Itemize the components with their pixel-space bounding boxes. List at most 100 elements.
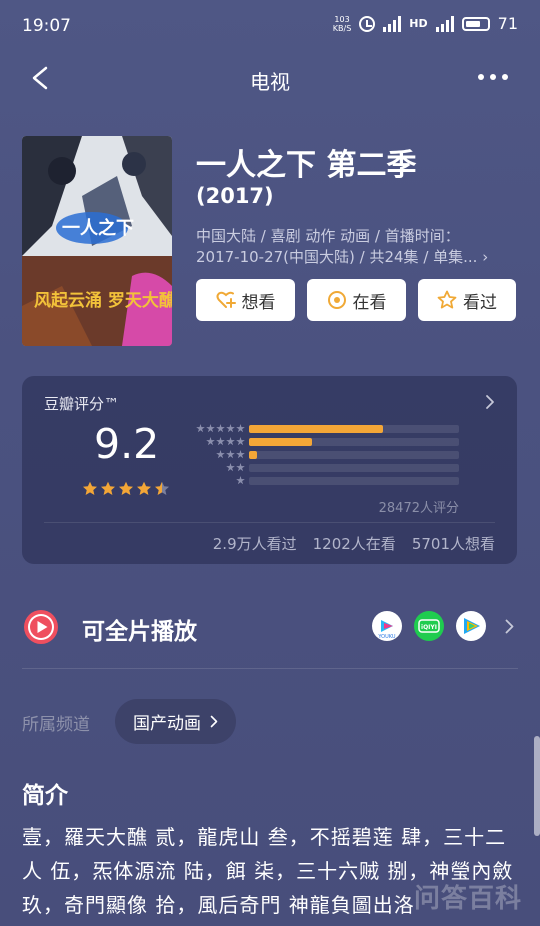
rating-stars (82, 481, 170, 497)
hd-icon: HD (409, 17, 428, 30)
poster-title-text: 一人之下 (62, 217, 134, 239)
rating-score: 9.2 (94, 420, 160, 468)
mini-star-icon (206, 437, 215, 446)
tencent-video-logo (464, 618, 480, 634)
chevron-right-icon (210, 715, 218, 728)
mini-star-icon (196, 424, 205, 433)
chevron-right-icon (505, 619, 514, 634)
rating-star-icon (101, 481, 115, 495)
show-meta-line2: 2017-10-27(中国大陆) / 共24集 / 单集... › (196, 247, 516, 268)
rating-stats: 2.9万人看过 1202人在看 5701人想看 (213, 533, 495, 554)
page-title: 电视 (250, 70, 290, 94)
action-buttons: 想看 在看 看过 (196, 279, 516, 321)
scrollbar[interactable] (534, 736, 540, 836)
mini-star-icon (236, 476, 245, 485)
mini-star-icon (236, 450, 245, 459)
rating-label: 豆瓣评分™ (44, 395, 120, 413)
playable-label: 可全片播放 (82, 619, 197, 645)
channel-chip[interactable]: 国产动画 (115, 699, 236, 744)
watching-button[interactable]: 在看 (307, 279, 406, 321)
signal-icon-2 (435, 15, 454, 32)
want-to-watch-button[interactable]: 想看 (196, 279, 295, 321)
playable-row[interactable]: 可全片播放 YOUKU iQIYI (0, 596, 540, 660)
distribution-track (249, 425, 459, 433)
signal-icon (383, 15, 402, 32)
distribution-stars (216, 450, 245, 459)
heart-plus-icon (216, 291, 236, 308)
distribution-stars (196, 424, 245, 433)
distribution-stars (206, 437, 245, 446)
distribution-track (249, 477, 459, 485)
chevron-right-icon[interactable] (485, 394, 495, 410)
mini-star-icon (226, 424, 235, 433)
iqiyi-text: iQIYI (421, 624, 437, 631)
wish-count[interactable]: 5701人想看 (412, 533, 495, 554)
iqiyi-logo: iQIYI (418, 619, 440, 633)
distribution-bar (249, 438, 312, 446)
battery-icon (461, 16, 490, 31)
distribution-track (249, 451, 459, 459)
channel-label: 所属频道 (22, 715, 90, 735)
mini-star-icon (216, 450, 225, 459)
rating-star-icon (155, 481, 169, 495)
youku-text: YOUKU (377, 634, 396, 640)
status-time: 19:07 (22, 16, 71, 36)
mini-star-icon (216, 424, 225, 433)
alarm-clock-icon (359, 15, 376, 32)
battery-fill (465, 20, 480, 27)
mini-star-icon (226, 437, 235, 446)
show-title: 一人之下 第二季 (196, 148, 417, 183)
rating-star-icon (137, 481, 151, 495)
poster-subtitle-text: 风起云涌 罗天大醮 (34, 290, 172, 311)
distribution-bar (249, 425, 384, 433)
more-options-icon[interactable] (478, 74, 508, 80)
show-meta-line1: 中国大陆 / 喜剧 动作 动画 / 首播时间： (196, 227, 460, 245)
show-meta-line2-text: 2017-10-27(中国大陆) / 共24集 / 单集... (196, 248, 478, 266)
watermark: 问答百科 (413, 884, 522, 914)
rating-count: 28472人评分 (378, 501, 459, 516)
network-speed-unit: KB/S (332, 23, 352, 33)
poster-artwork: 一人之下 风起云涌 罗天大醮 (22, 136, 172, 346)
rating-star-icon (119, 481, 133, 495)
network-speed: 103 KB/S (333, 15, 352, 33)
youku-logo: YOUKU (377, 620, 396, 640)
status-bar: 19:07 103 KB/S HD 71 (0, 0, 540, 52)
mini-star-icon (226, 463, 235, 472)
tencent-video-icon[interactable] (456, 611, 486, 641)
divider (22, 668, 518, 669)
show-year: (2017) (196, 184, 274, 208)
rating-star-icon (83, 481, 97, 495)
watching-count[interactable]: 1202人在看 (313, 533, 396, 554)
seen-count[interactable]: 2.9万人看过 (213, 533, 297, 554)
watching-label: 在看 (352, 292, 387, 313)
watched-button[interactable]: 看过 (418, 279, 516, 321)
show-meta[interactable]: 中国大陆 / 喜剧 动作 动画 / 首播时间： 2017-10-27(中国大陆)… (196, 226, 516, 268)
battery-percent: 71 (497, 14, 518, 33)
mini-star-icon (236, 463, 245, 472)
mini-star-icon (236, 424, 245, 433)
distribution-stars (226, 463, 245, 472)
distribution-track (249, 438, 459, 446)
target-icon (327, 291, 346, 309)
distribution-bar (249, 451, 258, 459)
poster-image[interactable]: 一人之下 风起云涌 罗天大醮 (22, 136, 172, 346)
want-to-watch-label: 想看 (241, 292, 276, 313)
channel-chip-label: 国产动画 (133, 714, 201, 734)
watched-label: 看过 (463, 292, 497, 313)
intro-title: 简介 (22, 783, 68, 809)
play-icon (24, 610, 58, 644)
status-icons: 103 KB/S HD 71 (333, 14, 518, 33)
youku-icon[interactable]: YOUKU (372, 611, 402, 641)
distribution-track (249, 464, 459, 472)
chevron-right-icon: › (482, 248, 489, 266)
distribution-stars (236, 476, 245, 485)
star-outline-icon (437, 290, 457, 309)
divider (44, 522, 495, 523)
mini-star-icon (206, 424, 215, 433)
iqiyi-icon[interactable]: iQIYI (414, 611, 444, 641)
network-speed-value: 103 (334, 14, 350, 24)
mini-star-icon (216, 437, 225, 446)
rating-card[interactable]: 豆瓣评分™ 9.2 28472人评分 2.9万人看过 1202人在看 5701人… (22, 376, 517, 564)
mini-star-icon (226, 450, 235, 459)
nav-bar: 电视 (0, 52, 540, 104)
